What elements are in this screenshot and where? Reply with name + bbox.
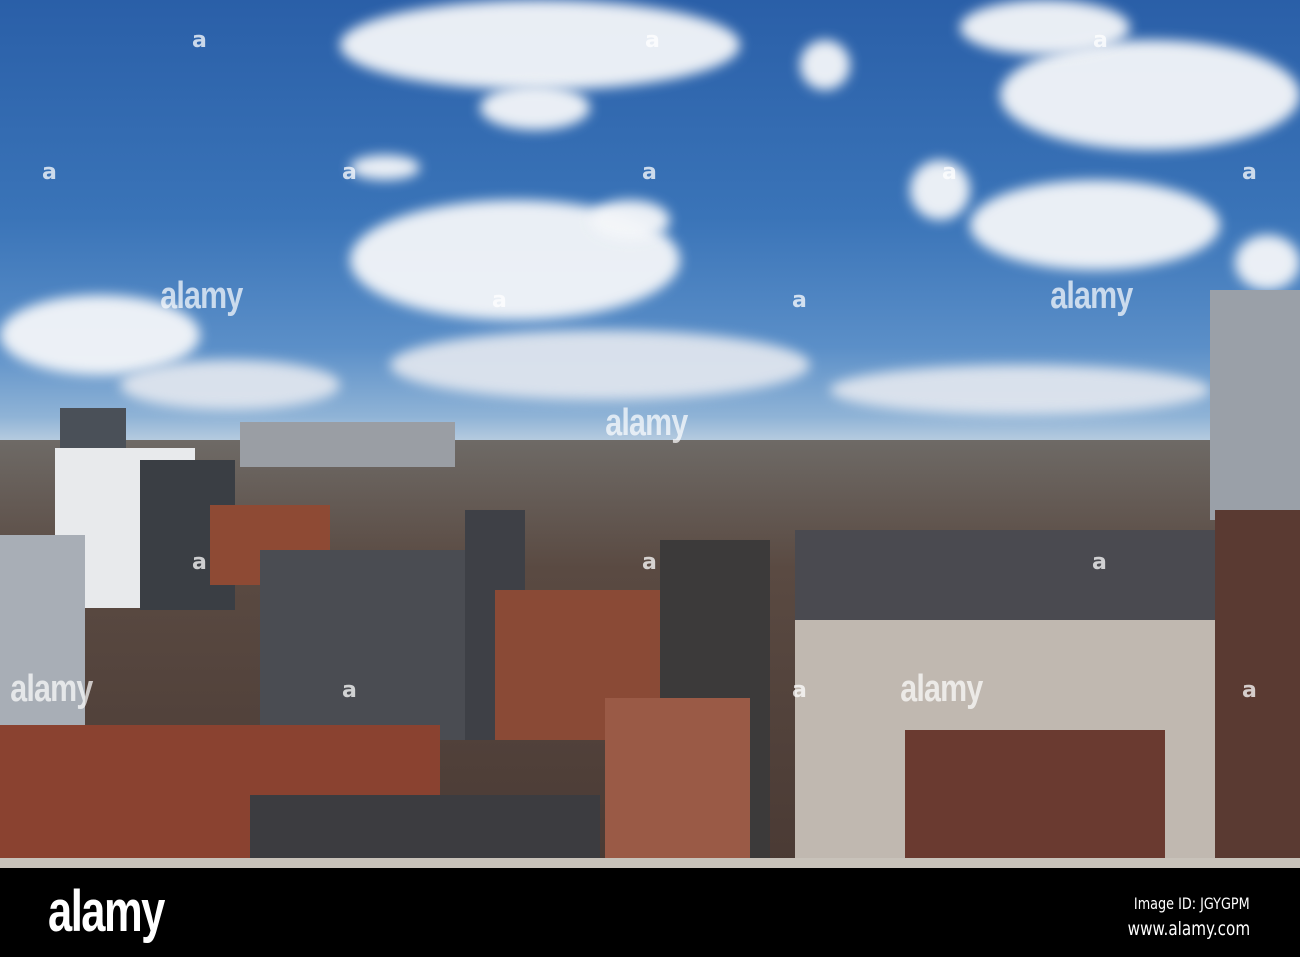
watermark-mark: a <box>192 550 207 575</box>
watermark-mark: a <box>492 288 507 313</box>
image-id: Image ID: JGYGPM <box>1134 894 1250 913</box>
watermark-text: alamy <box>605 402 688 444</box>
watermark-text: alamy <box>900 668 983 710</box>
watermark-mark: a <box>942 160 957 185</box>
watermark-mark: a <box>642 550 657 575</box>
alamy-logo: alamy <box>48 879 165 944</box>
watermark-text: alamy <box>10 668 93 710</box>
watermark-mark: a <box>342 678 357 703</box>
watermark-text: alamy <box>160 275 243 317</box>
watermark-mark: a <box>792 678 807 703</box>
watermark-mark: a <box>642 160 657 185</box>
watermark-mark: a <box>1093 28 1108 53</box>
city-skyline <box>0 290 1300 868</box>
watermark-mark: a <box>192 28 207 53</box>
watermark-mark: a <box>42 160 57 185</box>
watermark-mark: a <box>1242 160 1257 185</box>
cityscape-photo: alamy alamy alamy alamy alamy a a a a a … <box>0 0 1300 868</box>
watermark-mark: a <box>342 160 357 185</box>
watermark-mark: a <box>1242 678 1257 703</box>
watermark-text: alamy <box>1050 275 1133 317</box>
watermark-mark: a <box>1092 550 1107 575</box>
watermark-mark: a <box>792 288 807 313</box>
site-url: www.alamy.com <box>1127 918 1250 940</box>
footer-bar: alamy Image ID: JGYGPM www.alamy.com <box>0 868 1300 957</box>
watermark-mark: a <box>645 28 660 53</box>
